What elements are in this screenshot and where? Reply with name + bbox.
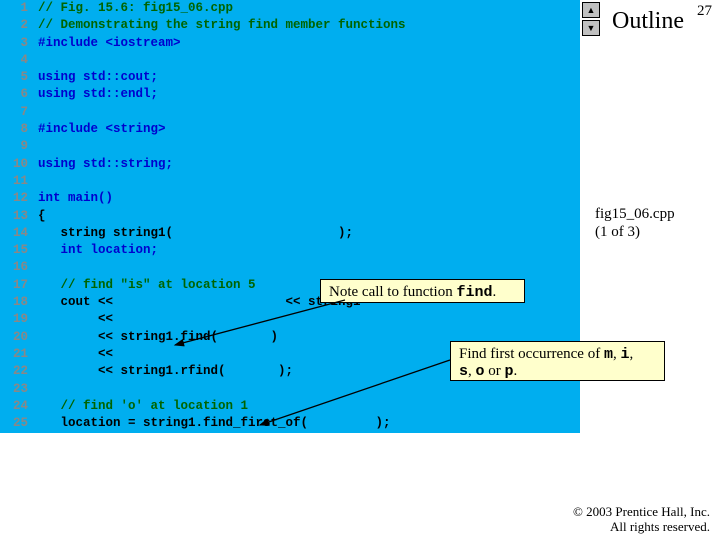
file-part: (1 of 3): [595, 224, 640, 240]
line-number: 5: [0, 69, 28, 86]
fn-find: find: [456, 284, 492, 301]
code-line: 3#include <iostream>: [0, 35, 580, 52]
code-text: #include <string>: [28, 121, 580, 138]
line-number: 4: [0, 52, 28, 69]
code-line: 24 // find 'o' at location 1: [0, 398, 580, 415]
code-text: [28, 173, 580, 190]
file-label: fig15_06.cpp (1 of 3): [595, 205, 700, 241]
line-number: 11: [0, 173, 28, 190]
code-line: 23: [0, 381, 580, 398]
line-number: 10: [0, 156, 28, 173]
code-line: 16: [0, 259, 580, 276]
copyright-line2: All rights reserved.: [610, 519, 710, 534]
callout2-prefix: Find first occurrence of: [459, 346, 604, 362]
code-line: 1// Fig. 15.6: fig15_06.cpp: [0, 0, 580, 17]
copyright: © 2003 Prentice Hall, Inc. All rights re…: [573, 504, 710, 534]
code-line: 25 location = string1.find_first_of( );: [0, 415, 580, 432]
code-text: string string1( );: [28, 225, 580, 242]
code-text: #include <iostream>: [28, 35, 580, 52]
code-text: // Demonstrating the string find member …: [28, 17, 580, 34]
line-number: 13: [0, 208, 28, 225]
outline-heading: Outline: [612, 8, 684, 35]
code-line: 15 int location;: [0, 242, 580, 259]
line-number: 16: [0, 259, 28, 276]
line-number: 18: [0, 294, 28, 311]
code-text: [28, 259, 580, 276]
code-text: int location;: [28, 242, 580, 259]
code-text: using std::cout;: [28, 69, 580, 86]
line-number: 1: [0, 0, 28, 17]
line-number: 9: [0, 138, 28, 155]
line-number: 24: [0, 398, 28, 415]
line-number: 2: [0, 17, 28, 34]
code-text: using std::string;: [28, 156, 580, 173]
page-number: 27: [697, 3, 712, 20]
line-number: 8: [0, 121, 28, 138]
line-number: 6: [0, 86, 28, 103]
code-line: 5using std::cout;: [0, 69, 580, 86]
code-text: <<: [28, 311, 580, 328]
line-number: 7: [0, 104, 28, 121]
line-number: 15: [0, 242, 28, 259]
line-number: 20: [0, 329, 28, 346]
line-number: 19: [0, 311, 28, 328]
line-number: 25: [0, 415, 28, 432]
code-text: using std::endl;: [28, 86, 580, 103]
nav-down-button[interactable]: ▼: [582, 20, 600, 36]
line-number: 17: [0, 277, 28, 294]
code-line: 14 string string1( );: [0, 225, 580, 242]
char-m: m: [604, 346, 613, 363]
code-line: 8#include <string>: [0, 121, 580, 138]
callout-text: Note call to function: [329, 284, 456, 300]
code-text: int main(): [28, 190, 580, 207]
code-line: 10using std::string;: [0, 156, 580, 173]
line-number: 12: [0, 190, 28, 207]
callout-text-end: .: [492, 284, 496, 300]
nav-up-button[interactable]: ▲: [582, 2, 600, 18]
callout-first-occurrence: Find first occurrence of m, i,s, o or p.: [450, 341, 665, 381]
char-p: p: [505, 363, 514, 380]
code-text: {: [28, 208, 580, 225]
code-line: 9: [0, 138, 580, 155]
line-number: 21: [0, 346, 28, 363]
char-s: s: [459, 363, 468, 380]
line-number: 22: [0, 363, 28, 380]
code-text: [28, 104, 580, 121]
code-line: 12int main(): [0, 190, 580, 207]
code-line: 19 <<: [0, 311, 580, 328]
code-text: [28, 138, 580, 155]
code-text: // find 'o' at location 1: [28, 398, 580, 415]
code-text: [28, 381, 580, 398]
line-number: 23: [0, 381, 28, 398]
callout-note-find: Note call to function find.: [320, 279, 525, 303]
file-name: fig15_06.cpp: [595, 206, 675, 222]
code-text: location = string1.find_first_of( );: [28, 415, 580, 432]
code-text: // Fig. 15.6: fig15_06.cpp: [28, 0, 580, 17]
code-line: 4: [0, 52, 580, 69]
code-line: 2// Demonstrating the string find member…: [0, 17, 580, 34]
code-line: 7: [0, 104, 580, 121]
copyright-line1: © 2003 Prentice Hall, Inc.: [573, 504, 710, 519]
code-line: 13{: [0, 208, 580, 225]
line-number: 14: [0, 225, 28, 242]
code-text: [28, 52, 580, 69]
code-line: 11: [0, 173, 580, 190]
nav-arrows: ▲ ▼: [582, 2, 602, 38]
char-o: o: [476, 363, 485, 380]
code-line: 6using std::endl;: [0, 86, 580, 103]
line-number: 3: [0, 35, 28, 52]
